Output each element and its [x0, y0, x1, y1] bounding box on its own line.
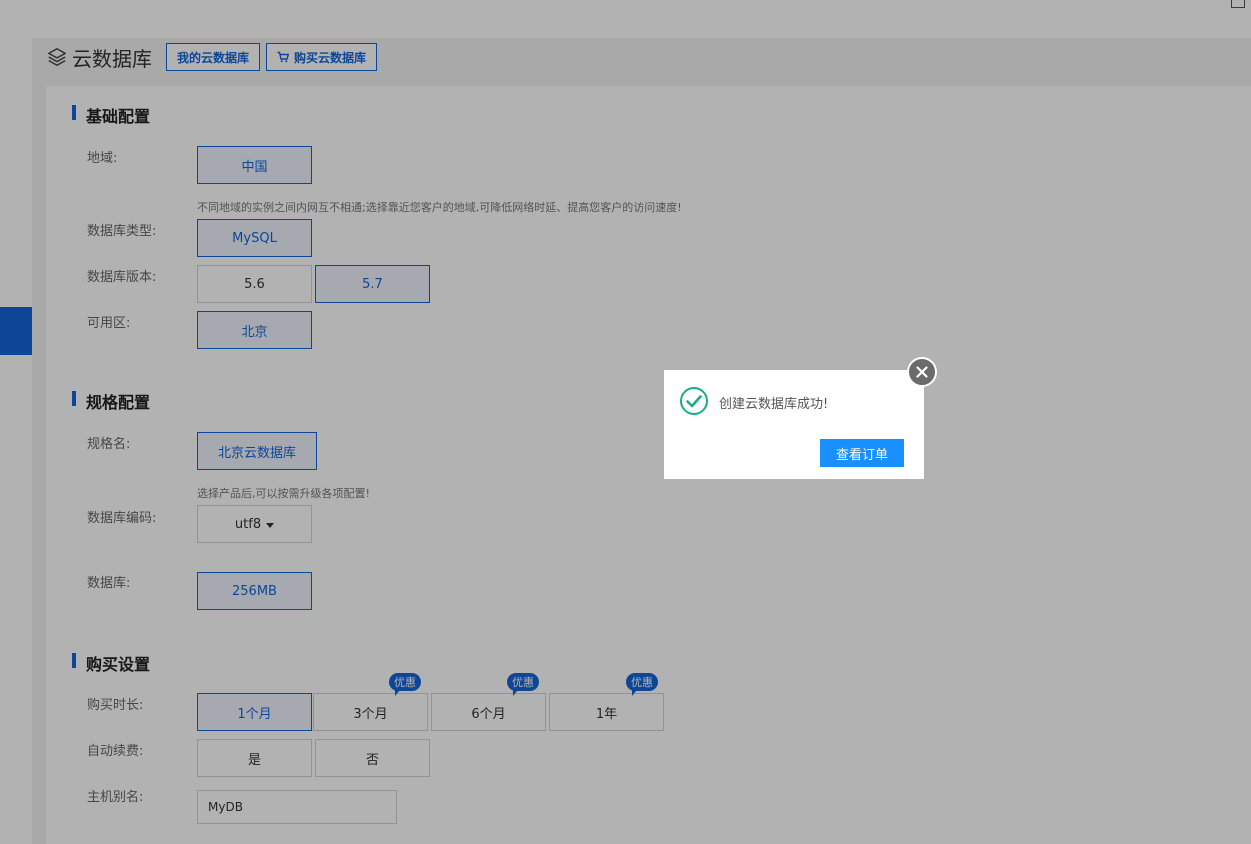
success-dialog: 创建云数据库成功! 查看订单: [664, 370, 924, 479]
close-icon[interactable]: [907, 357, 937, 387]
view-order-button[interactable]: 查看订单: [820, 439, 904, 467]
success-message: 创建云数据库成功!: [719, 397, 829, 412]
check-circle-icon: [680, 387, 708, 415]
modal-overlay[interactable]: [0, 0, 1251, 844]
close-x-glyph: [916, 366, 928, 378]
